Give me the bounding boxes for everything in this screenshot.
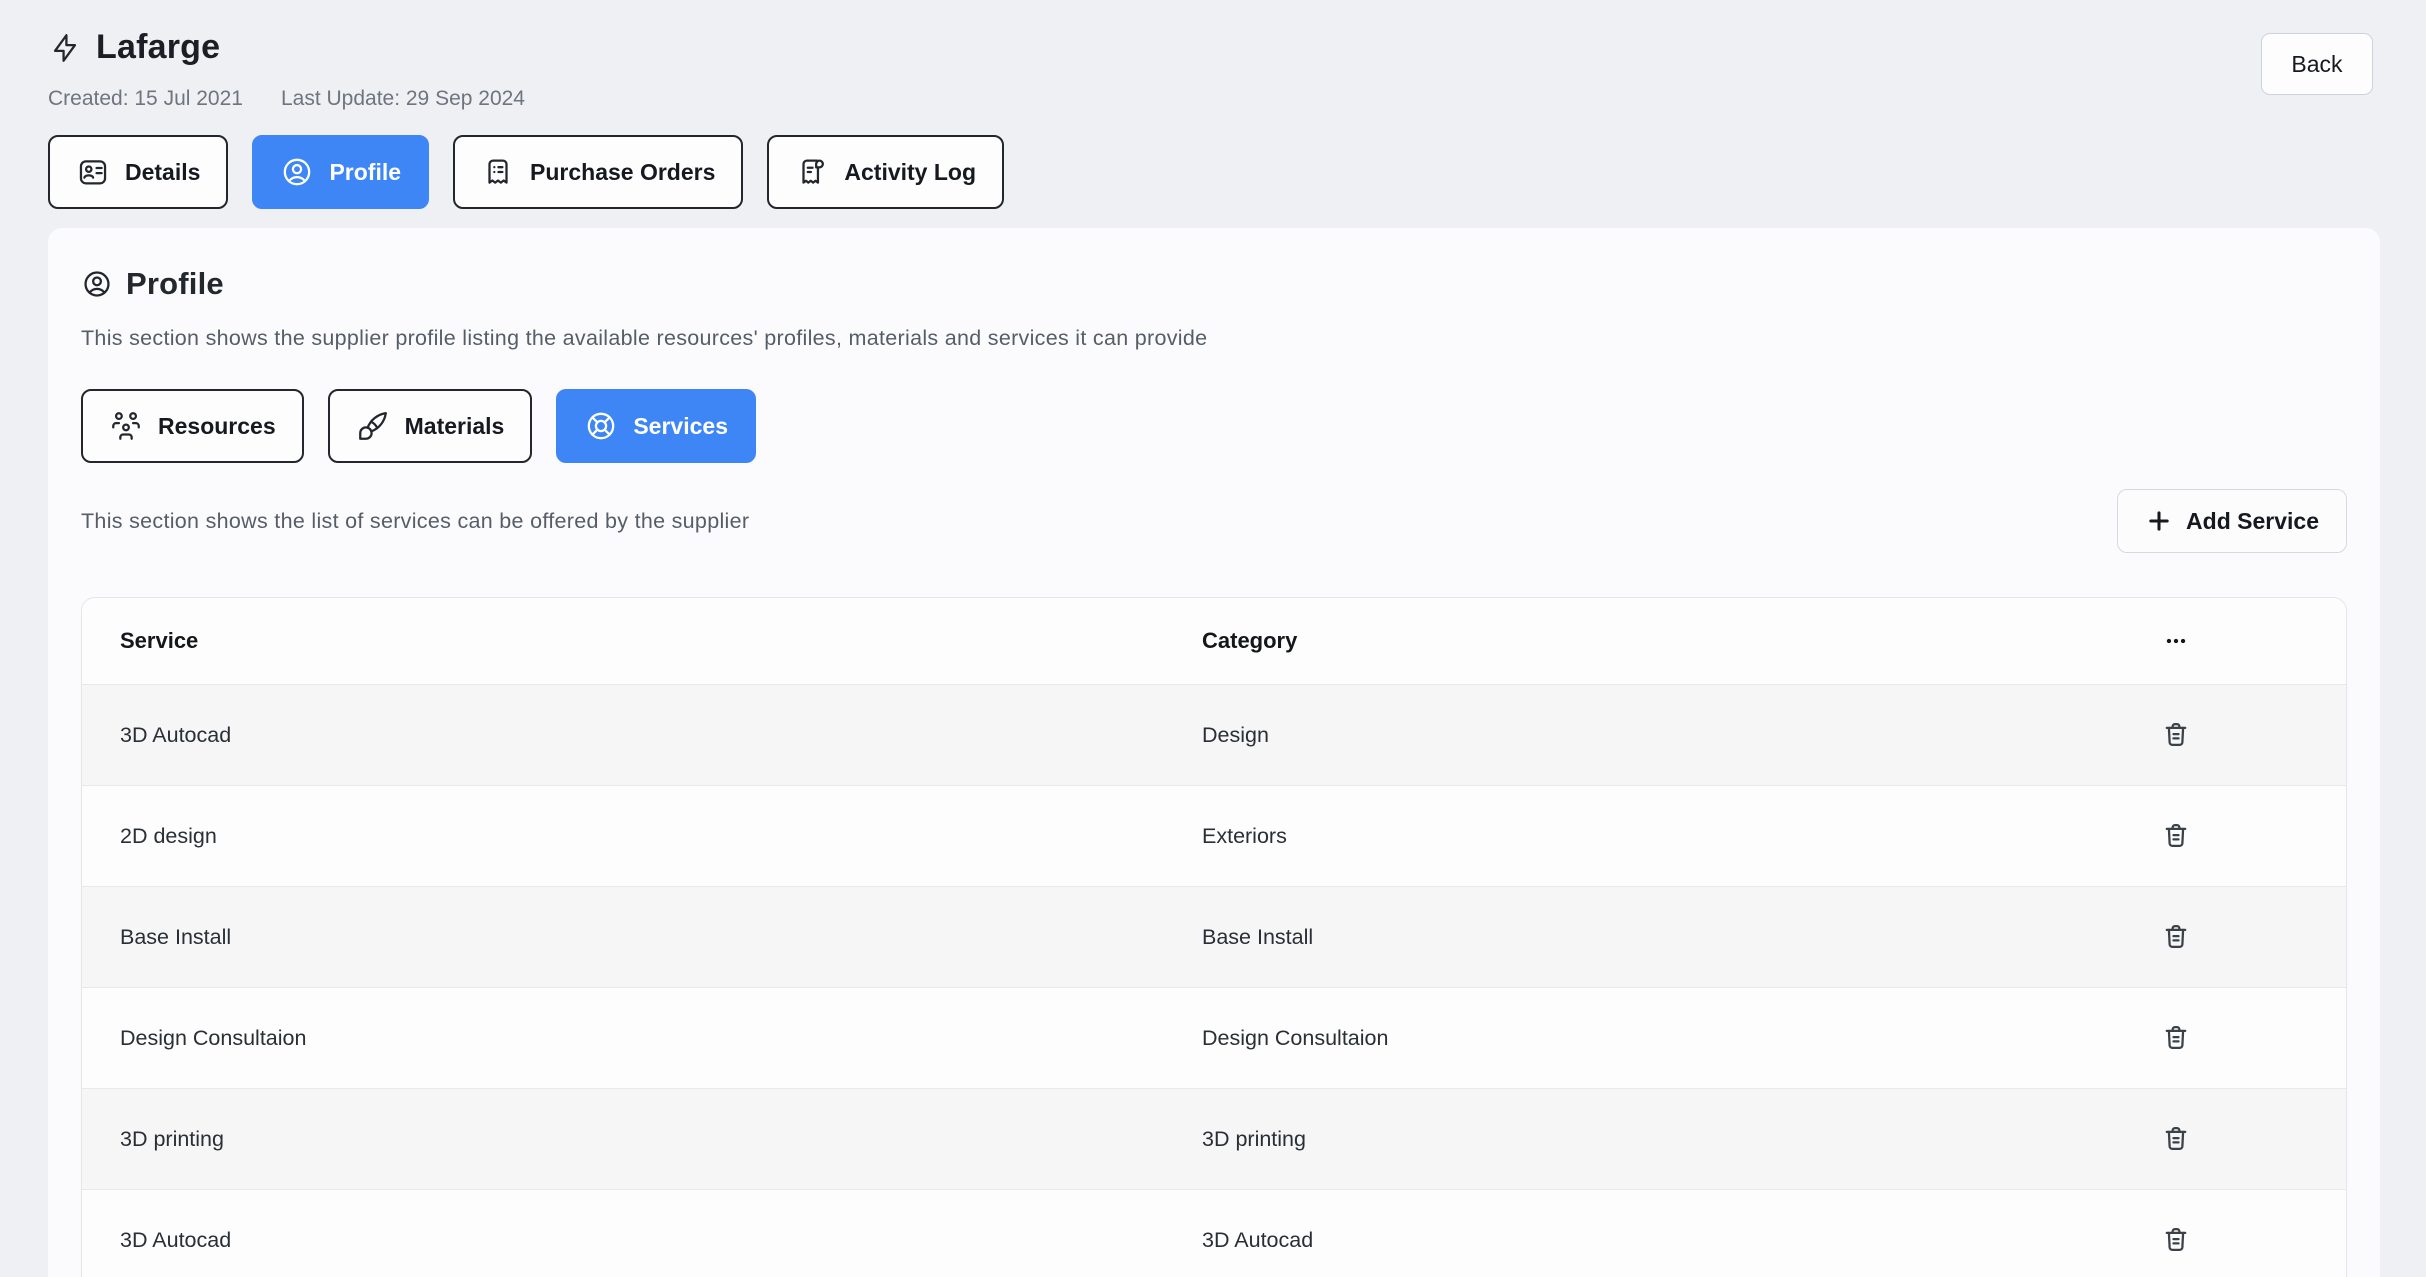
add-service-button[interactable]: Add Service xyxy=(2117,489,2347,553)
table-row: 2D design Exteriors xyxy=(82,785,2346,886)
delete-service-button[interactable] xyxy=(2155,1218,2197,1262)
tab-details[interactable]: Details xyxy=(48,135,228,209)
delete-service-button[interactable] xyxy=(2155,713,2197,757)
supplier-header: Lafarge Back Created: 15 Jul 2021 Last U… xyxy=(0,0,2426,209)
plus-icon xyxy=(2145,507,2173,535)
trash-icon xyxy=(2159,1020,2193,1056)
delete-service-button[interactable] xyxy=(2155,915,2197,959)
profile-subtabs: Resources Materials Services xyxy=(81,389,2347,463)
subtab-label: Resources xyxy=(158,413,276,440)
services-table: Service Category 3D Autocad Design 2D de… xyxy=(81,597,2347,1277)
main-tabs: Details Profile Purchase Orders Activity… xyxy=(48,135,2373,209)
tab-profile[interactable]: Profile xyxy=(252,135,429,209)
tab-purchase-orders[interactable]: Purchase Orders xyxy=(453,135,743,209)
receipt-icon xyxy=(481,155,515,189)
user-circle-icon xyxy=(81,268,113,300)
cell-category: Design Consultaion xyxy=(1202,1026,2006,1051)
cell-service: 3D Autocad xyxy=(82,723,1202,748)
cell-category: Design xyxy=(1202,723,2006,748)
tab-label: Activity Log xyxy=(844,159,976,186)
profile-description: This section shows the supplier profile … xyxy=(81,326,2347,351)
delete-service-button[interactable] xyxy=(2155,1117,2197,1161)
column-header-category: Category xyxy=(1202,628,2006,654)
table-row: 3D Autocad 3D Autocad xyxy=(82,1189,2346,1277)
dots-menu-icon[interactable] xyxy=(2163,628,2189,654)
trash-icon xyxy=(2159,1121,2193,1157)
last-update-date: Last Update: 29 Sep 2024 xyxy=(281,87,525,111)
user-circle-icon xyxy=(280,155,314,189)
cell-service: Base Install xyxy=(82,925,1202,950)
cell-service: 2D design xyxy=(82,824,1202,849)
subtab-label: Materials xyxy=(405,413,505,440)
column-header-service: Service xyxy=(82,628,1202,654)
trash-icon xyxy=(2159,818,2193,854)
tab-label: Purchase Orders xyxy=(530,159,715,186)
log-receipt-icon xyxy=(795,155,829,189)
subtab-services[interactable]: Services xyxy=(556,389,756,463)
back-button[interactable]: Back xyxy=(2261,33,2373,95)
tab-label: Profile xyxy=(329,159,401,186)
table-header-row: Service Category xyxy=(82,598,2346,684)
cell-category: Exteriors xyxy=(1202,824,2006,849)
tab-label: Details xyxy=(125,159,200,186)
cell-category: 3D Autocad xyxy=(1202,1228,2006,1253)
bolt-icon xyxy=(48,31,82,65)
cell-service: 3D printing xyxy=(82,1127,1202,1152)
table-row: 3D printing 3D printing xyxy=(82,1088,2346,1189)
page-title: Lafarge xyxy=(96,28,220,67)
trash-icon xyxy=(2159,919,2193,955)
table-row: Design Consultaion Design Consultaion xyxy=(82,987,2346,1088)
cell-category: 3D printing xyxy=(1202,1127,2006,1152)
tab-activity-log[interactable]: Activity Log xyxy=(767,135,1004,209)
lifebuoy-icon xyxy=(584,409,618,443)
subtab-label: Services xyxy=(633,413,728,440)
created-date: Created: 15 Jul 2021 xyxy=(48,87,243,111)
delete-service-button[interactable] xyxy=(2155,1016,2197,1060)
cell-service: 3D Autocad xyxy=(82,1228,1202,1253)
subtab-resources[interactable]: Resources xyxy=(81,389,304,463)
cell-service: Design Consultaion xyxy=(82,1026,1202,1051)
trash-icon xyxy=(2159,1222,2193,1258)
trash-icon xyxy=(2159,717,2193,753)
add-service-label: Add Service xyxy=(2186,508,2319,535)
table-row: 3D Autocad Design xyxy=(82,684,2346,785)
delete-service-button[interactable] xyxy=(2155,814,2197,858)
table-row: Base Install Base Install xyxy=(82,886,2346,987)
profile-section-title: Profile xyxy=(126,266,224,302)
id-card-icon xyxy=(76,155,110,189)
brush-icon xyxy=(356,409,390,443)
services-description: This section shows the list of services … xyxy=(81,509,749,534)
users-group-icon xyxy=(109,409,143,443)
profile-card: Profile This section shows the supplier … xyxy=(48,228,2380,1277)
cell-category: Base Install xyxy=(1202,925,2006,950)
subtab-materials[interactable]: Materials xyxy=(328,389,533,463)
